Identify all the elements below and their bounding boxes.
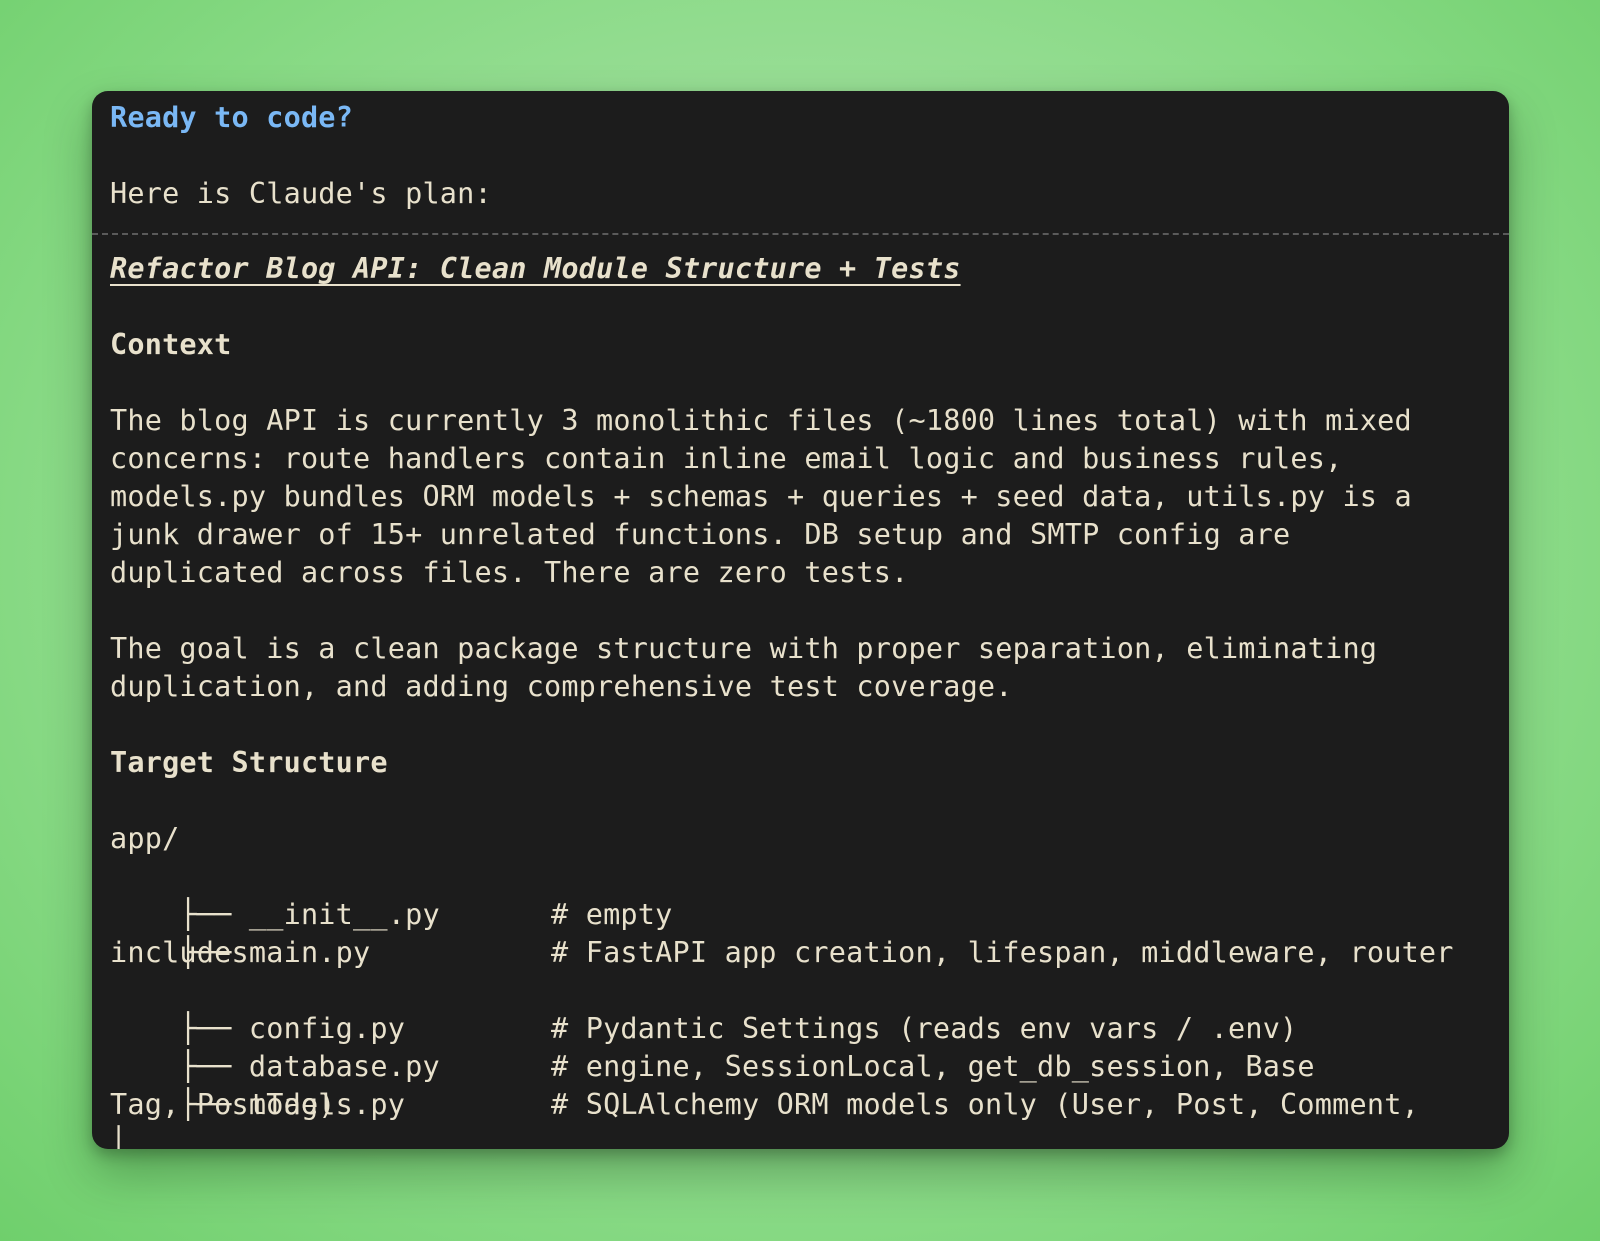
context-line: The blog API is currently 3 monolithic f…: [110, 404, 1412, 437]
context-line: junk drawer of 15+ unrelated functions. …: [110, 518, 1291, 551]
context-heading: Context: [110, 328, 232, 361]
plan-title: Refactor Blog API: Clean Module Structur…: [110, 252, 961, 285]
tree-cut-line: │: [110, 1126, 128, 1149]
ready-to-code-heading: Ready to code?: [110, 101, 354, 134]
tree-comment: # SQLAlchemy ORM models only (User, Post…: [551, 1088, 1419, 1121]
target-structure-heading: Target Structure: [110, 746, 388, 779]
terminal-window: Ready to code? Here is Claude's plan: Re…: [92, 91, 1509, 1149]
tree-wrap-line: Tag, PostTag): [110, 1088, 336, 1121]
tree-comment: # FastAPI app creation, lifespan, middle…: [551, 936, 1454, 969]
context-line: duplicated across files. There are zero …: [110, 556, 909, 589]
context-line: concerns: route handlers contain inline …: [110, 442, 1343, 475]
tree-wrap-line: includes: [110, 936, 249, 969]
tree-root: app/: [110, 822, 180, 855]
context-line: models.py bundles ORM models + schemas +…: [110, 480, 1412, 513]
tree-file-name: main.py: [248, 936, 371, 969]
plan-intro-text: Here is Claude's plan:: [110, 177, 492, 210]
goal-line: The goal is a clean package structure wi…: [110, 632, 1378, 665]
goal-line: duplication, and adding comprehensive te…: [110, 670, 1013, 703]
dashed-divider: [92, 233, 1509, 235]
